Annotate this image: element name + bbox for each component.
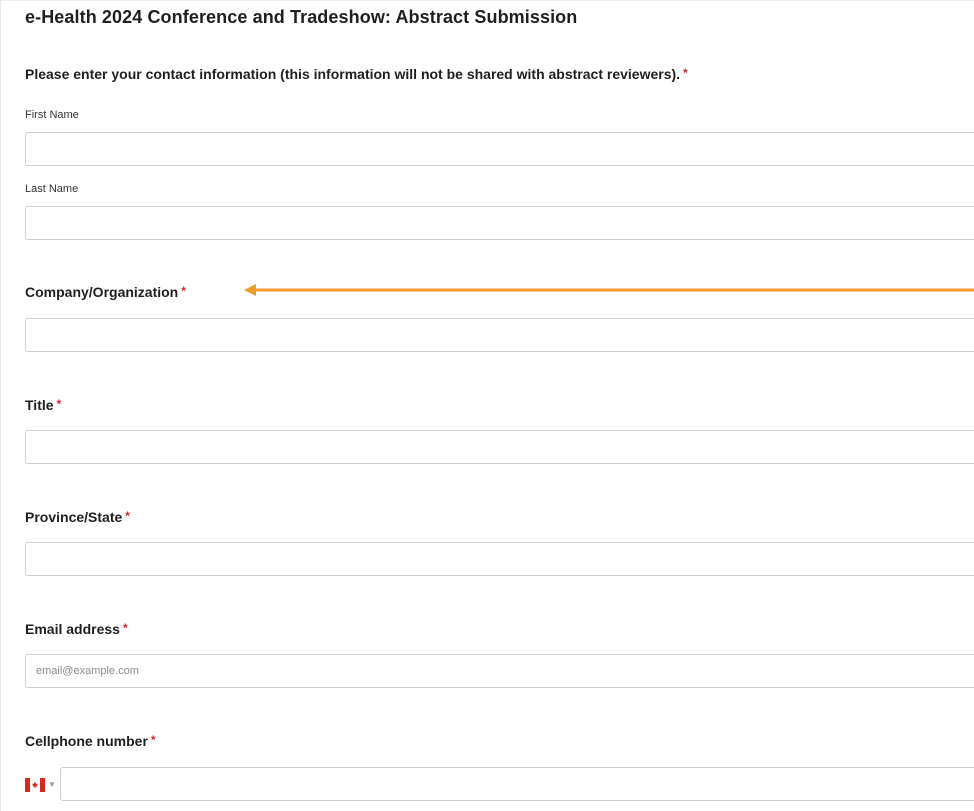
cellphone-label: Cellphone number * (25, 733, 156, 749)
contact-info-question: Please enter your contact information (t… (25, 66, 688, 82)
province-label-text: Province/State (25, 509, 123, 525)
title-label: Title * (25, 397, 61, 413)
required-marker: * (181, 284, 186, 298)
last-name-field[interactable] (25, 206, 974, 240)
email-label: Email address * (25, 621, 128, 637)
contact-info-question-text: Please enter your contact information (t… (25, 66, 681, 82)
email-field[interactable] (25, 654, 974, 688)
required-marker: * (683, 66, 688, 80)
title-label-text: Title (25, 397, 54, 413)
required-marker: * (56, 397, 62, 411)
cellphone-field[interactable] (60, 767, 974, 801)
province-label: Province/State * (25, 509, 130, 525)
required-marker: * (122, 621, 128, 635)
required-marker: * (150, 733, 156, 747)
first-name-field[interactable] (25, 132, 974, 166)
cellphone-label-text: Cellphone number (25, 733, 148, 749)
chevron-down-icon[interactable]: ▼ (48, 780, 56, 789)
company-label: Company/Organization * (25, 284, 186, 300)
form-title: e-Health 2024 Conference and Tradeshow: … (25, 7, 578, 27)
first-name-label: First Name (25, 109, 79, 121)
canada-flag-icon[interactable] (25, 778, 45, 792)
abstract-submission-form: e-Health 2024 Conference and Tradeshow: … (0, 0, 974, 811)
title-field[interactable] (25, 430, 974, 464)
province-field[interactable] (25, 542, 974, 576)
required-marker: * (125, 509, 130, 523)
company-field[interactable] (25, 318, 974, 352)
email-label-text: Email address (25, 621, 120, 637)
company-label-text: Company/Organization (25, 284, 179, 300)
annotation-arrow-icon (244, 284, 974, 296)
last-name-label: Last Name (25, 183, 79, 195)
